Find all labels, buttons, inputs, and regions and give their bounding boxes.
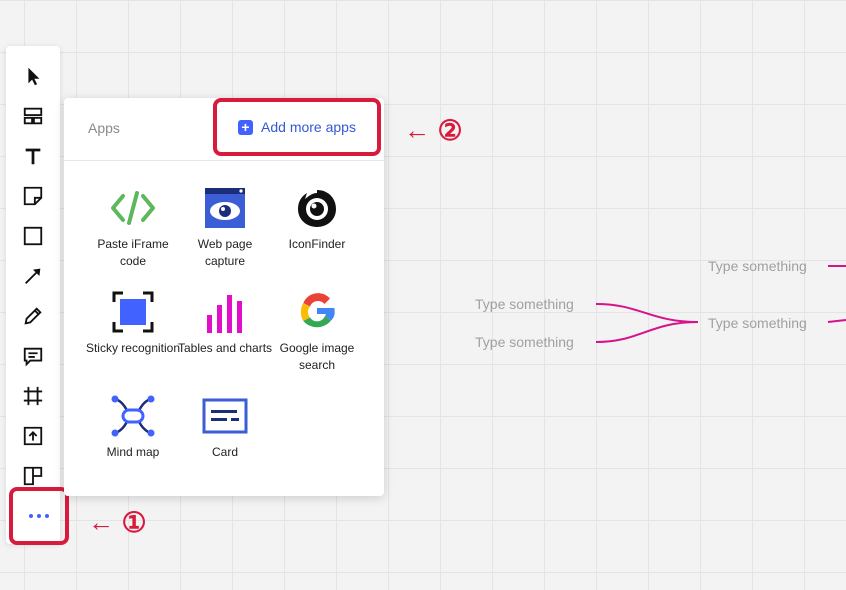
mind-map-node[interactable]: Type something	[475, 296, 574, 312]
mind-map-node[interactable]: Type something	[475, 334, 574, 350]
mind-map-node[interactable]: Type something	[708, 315, 807, 331]
mind-map-links	[595, 265, 846, 343]
mind-map-node[interactable]: Type something	[708, 258, 807, 274]
